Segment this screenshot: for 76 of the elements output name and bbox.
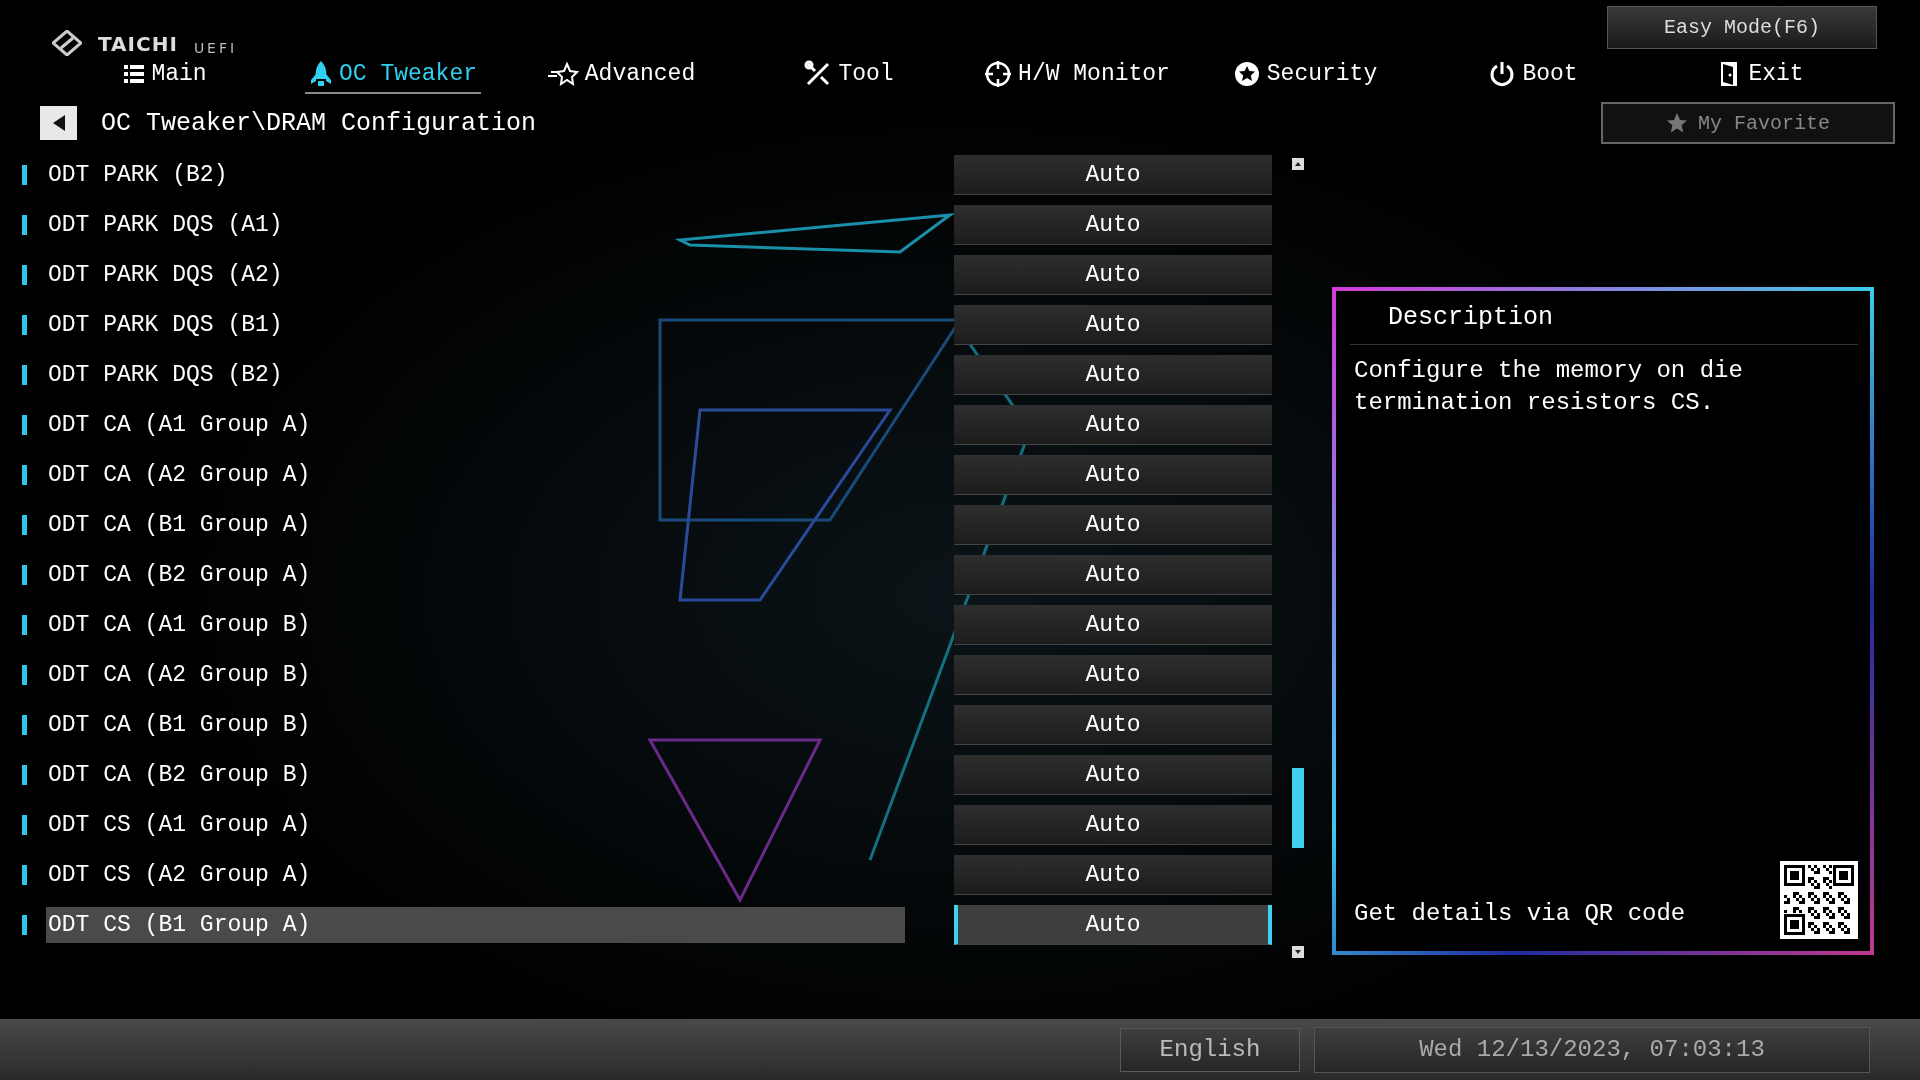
uefi-label: UEFI <box>193 40 238 56</box>
row-marker-icon <box>22 365 27 385</box>
setting-label[interactable]: ODT PARK DQS (B2) <box>46 357 905 393</box>
row-marker-icon <box>22 465 27 485</box>
setting-label[interactable]: ODT CA (A1 Group B) <box>46 607 905 643</box>
setting-label[interactable]: ODT PARK (B2) <box>46 157 905 193</box>
row-marker-icon <box>22 915 27 935</box>
star-icon <box>1666 112 1688 134</box>
setting-value[interactable]: Auto <box>954 405 1272 445</box>
setting-label[interactable]: ODT CS (A1 Group A) <box>46 807 905 843</box>
menu-tab[interactable]: Main <box>119 56 211 94</box>
setting-label[interactable]: ODT CS (B1 Group A) <box>46 907 905 943</box>
description-title: Description <box>1350 303 1858 345</box>
setting-label[interactable]: ODT CA (B1 Group A) <box>46 507 905 543</box>
description-text: Configure the memory on die termination resistors CS. <box>1353 356 1744 418</box>
setting-value[interactable]: Auto <box>954 355 1272 395</box>
row-marker-icon <box>22 765 27 785</box>
setting-value[interactable]: Auto <box>954 805 1272 845</box>
setting-value[interactable]: Auto <box>954 605 1272 645</box>
setting-label[interactable]: ODT CA (B2 Group B) <box>46 757 905 793</box>
menu-tab[interactable]: Security <box>1228 56 1382 94</box>
menu-tab[interactable]: Tool <box>800 56 898 94</box>
menu-tab[interactable]: Advanced <box>542 56 700 94</box>
setting-value[interactable]: Auto <box>954 305 1272 345</box>
setting-label[interactable]: ODT PARK DQS (A2) <box>46 257 905 293</box>
row-marker-icon <box>22 315 27 335</box>
list-icon <box>123 63 146 85</box>
setting-label[interactable]: ODT CA (B1 Group B) <box>46 707 905 743</box>
setting-value[interactable]: Auto <box>954 155 1272 195</box>
setting-label[interactable]: ODT CS (A2 Group A) <box>46 857 905 893</box>
row-marker-icon <box>22 665 27 685</box>
menu-tab[interactable]: OC Tweaker <box>305 56 481 94</box>
row-marker-icon <box>22 615 27 635</box>
setting-label[interactable]: ODT PARK DQS (A1) <box>46 207 905 243</box>
brand-logo-text: TAICHI <box>98 32 178 56</box>
logo-icon <box>52 30 82 56</box>
setting-value[interactable]: Auto <box>954 905 1272 945</box>
row-marker-icon <box>22 715 27 735</box>
setting-value[interactable]: Auto <box>954 705 1272 745</box>
row-marker-icon <box>22 265 27 285</box>
setting-label[interactable]: ODT CA (A1 Group A) <box>46 407 905 443</box>
rocket-icon <box>309 60 333 88</box>
menu-tab[interactable]: H/W Monitor <box>980 56 1174 94</box>
row-marker-icon <box>22 415 27 435</box>
setting-label[interactable]: ODT CA (B2 Group A) <box>46 557 905 593</box>
row-marker-icon <box>22 515 27 535</box>
breadcrumb-path: OC Tweaker\DRAM Configuration <box>101 108 537 138</box>
language-button[interactable]: English <box>1120 1027 1300 1072</box>
setting-value[interactable]: Auto <box>954 505 1272 545</box>
row-marker-icon <box>22 865 27 885</box>
row-marker-icon <box>22 215 27 235</box>
star-icon <box>546 62 579 86</box>
row-marker-icon <box>22 815 27 835</box>
row-marker-icon <box>22 565 27 585</box>
scrollbar[interactable] <box>1290 158 1306 958</box>
crosshair-icon <box>984 60 1013 88</box>
row-marker-icon <box>22 165 27 185</box>
date-time: Wed 12/13/2023, 07:03:13 <box>1314 1026 1870 1073</box>
menu-tab[interactable]: Exit <box>1714 56 1808 94</box>
setting-value[interactable]: Auto <box>954 205 1272 245</box>
setting-value[interactable]: Auto <box>954 755 1272 795</box>
back-button[interactable] <box>40 106 77 140</box>
setting-label[interactable]: ODT PARK DQS (B1) <box>46 307 905 343</box>
setting-label[interactable]: ODT CA (A2 Group B) <box>46 657 905 693</box>
setting-value[interactable]: Auto <box>954 855 1272 895</box>
setting-value[interactable]: Auto <box>954 255 1272 295</box>
my-favorite-button[interactable]: My Favorite <box>1601 102 1895 144</box>
badge-icon <box>1232 60 1261 88</box>
back-arrow-icon <box>51 114 66 132</box>
setting-value[interactable]: Auto <box>954 555 1272 595</box>
easy-mode-button[interactable]: Easy Mode(F6) <box>1607 6 1877 49</box>
menu-tab[interactable]: Boot <box>1484 56 1582 94</box>
setting-value[interactable]: Auto <box>954 655 1272 695</box>
setting-label[interactable]: ODT CA (A2 Group A) <box>46 457 905 493</box>
qr-code-hint: Get details via QR code <box>1354 900 1686 927</box>
setting-value[interactable]: Auto <box>954 455 1272 495</box>
